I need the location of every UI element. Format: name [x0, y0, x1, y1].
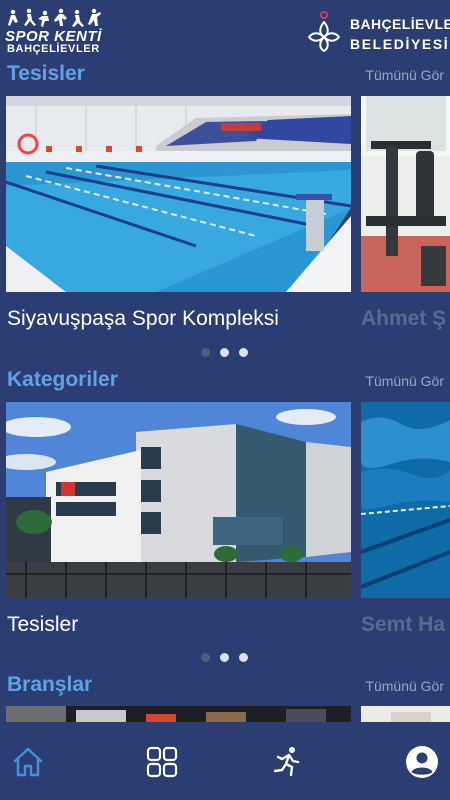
- carousel-dot-active[interactable]: [201, 348, 210, 357]
- section-title-tesisler: Tesisler: [7, 62, 85, 85]
- facility-card-title[interactable]: Siyavuşpaşa Spor Kompleksi: [7, 307, 279, 331]
- municipality-emblem-icon: [307, 10, 341, 52]
- spor-kenti-logo: SPOR KENTİ BAHÇELİEVLER: [5, 8, 105, 55]
- next-facility-card-image[interactable]: [361, 96, 450, 292]
- bottom-tab-bar: [0, 722, 450, 800]
- carousel-dot[interactable]: [220, 653, 229, 662]
- app-header: SPOR KENTİ BAHÇELİEVLER BAHÇELİEVLER BEL…: [0, 0, 450, 60]
- next-category-card-image[interactable]: [361, 402, 450, 598]
- facility-carousel-dots: [200, 348, 252, 358]
- next-facility-card-title[interactable]: Ahmet Ş: [361, 307, 446, 331]
- carousel-dot[interactable]: [220, 348, 229, 357]
- grid-icon: [146, 746, 178, 778]
- facility-card-image[interactable]: [6, 96, 351, 292]
- tab-profile[interactable]: [402, 742, 442, 782]
- logo-line1: BAHÇELİEVLER: [350, 16, 450, 32]
- tab-home[interactable]: [8, 742, 48, 782]
- section-title-kategoriler: Kategoriler: [7, 368, 118, 391]
- see-all-tesisler-link[interactable]: Tümünü Gör: [365, 67, 444, 83]
- building-photo: [6, 402, 351, 598]
- next-branch-card-image-partial[interactable]: [361, 706, 450, 722]
- next-branch-photo: [361, 706, 450, 722]
- carousel-dot-active[interactable]: [201, 653, 210, 662]
- swimming-pool-photo: [6, 96, 351, 292]
- category-card-title[interactable]: Tesisler: [7, 613, 78, 637]
- category-card-image[interactable]: [6, 402, 351, 598]
- carousel-dot[interactable]: [239, 653, 248, 662]
- branch-card-image-partial[interactable]: [6, 706, 351, 722]
- next-category-card-title[interactable]: Semt Ha: [361, 613, 445, 637]
- branch-photo: [6, 706, 351, 722]
- tab-sports[interactable]: [266, 742, 306, 782]
- gym-photo: [361, 96, 450, 292]
- see-all-kategoriler-link[interactable]: Tümünü Gör: [365, 373, 444, 389]
- profile-icon: [406, 746, 438, 778]
- category-carousel-dots: [200, 653, 252, 663]
- running-icon: [273, 747, 300, 777]
- carousel-dot[interactable]: [239, 348, 248, 357]
- see-all-branslar-link[interactable]: Tümünü Gör: [365, 678, 444, 694]
- athletes-figures-icon: [8, 8, 101, 27]
- home-icon: [13, 747, 43, 777]
- pool-water-photo: [361, 402, 450, 598]
- tab-categories[interactable]: [142, 742, 182, 782]
- section-title-branslar: Branşlar: [7, 673, 93, 696]
- bahcelievler-belediyesi-logo: BAHÇELİEVLER BELEDİYESİ: [305, 10, 450, 54]
- logo-line2: BELEDİYESİ: [350, 36, 450, 52]
- logo-line2: BAHÇELİEVLER: [7, 43, 100, 55]
